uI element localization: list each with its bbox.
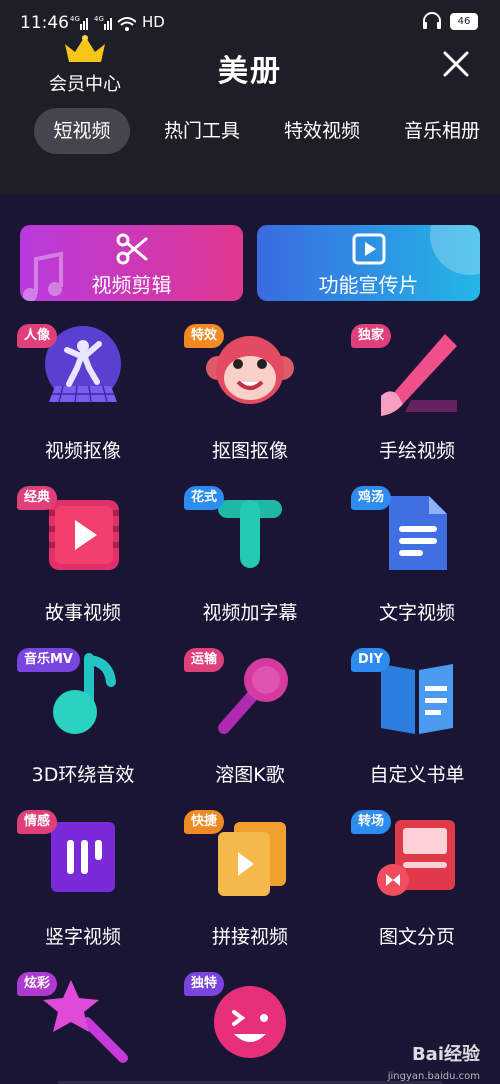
badge-effect: 特效 xyxy=(184,324,225,348)
badge-inspiring: 鸡汤 xyxy=(351,486,392,510)
tool-label: 手绘视频 xyxy=(378,440,455,462)
tool-colorful[interactable]: 炫彩 xyxy=(3,972,163,1084)
tab-effect-video[interactable]: 特效视频 xyxy=(272,108,372,154)
tool-label: 溶图K歌 xyxy=(215,764,285,786)
tool-hand-drawn-video[interactable]: 独家 手绘视频 xyxy=(337,324,497,474)
tab-short-video[interactable]: 短视频 xyxy=(34,108,130,154)
badge-transition: 转场 xyxy=(351,810,392,834)
tool-label: 自定义书单 xyxy=(369,764,465,786)
play-box-icon xyxy=(352,233,385,265)
video-edit-banner[interactable]: 视频剪辑 xyxy=(20,225,243,301)
tool-splice-video[interactable]: 快捷 拼接视频 xyxy=(170,810,330,960)
status-right: 46 xyxy=(422,12,478,30)
tool-add-subtitles[interactable]: 花式 视频加字幕 xyxy=(170,486,330,636)
tool-story-video[interactable]: 经典 故事视频 xyxy=(3,486,163,636)
tool-label: 视频抠像 xyxy=(44,440,121,462)
badge-transport: 运输 xyxy=(184,648,225,672)
badge-emotion: 情感 xyxy=(17,810,58,834)
badge-portrait: 人像 xyxy=(17,324,58,348)
svg-text:4G: 4G xyxy=(70,15,80,23)
page-title: 美册 xyxy=(218,54,282,89)
svg-text:4G: 4G xyxy=(94,15,104,23)
status-time: 11:46 xyxy=(20,13,69,33)
badge-fancy: 花式 xyxy=(184,486,225,510)
hd-indicator: HD xyxy=(142,13,165,31)
tool-label: 图文分页 xyxy=(378,926,455,948)
badge-dazzle: 炫彩 xyxy=(17,972,58,996)
tool-3d-surround-sound[interactable]: 音乐MV 3D环绕音效 xyxy=(3,648,163,798)
badge-classic: 经典 xyxy=(17,486,58,510)
badge-unique: 独特 xyxy=(184,972,225,996)
badge-exclusive: 独家 xyxy=(351,324,392,348)
badge-music-mv: 音乐MV xyxy=(17,648,80,672)
tool-grid-area: 视频剪辑 功能宣传片 人像 视频抠像 特效 抠图抠像 独家 手绘视频 经典 故事… xyxy=(0,194,500,1084)
tab-music-album[interactable]: 音乐相册 xyxy=(392,108,492,154)
watermark-brand: Bai经验 xyxy=(411,1044,480,1065)
tab-hot-tools[interactable]: 热门工具 xyxy=(152,108,252,154)
feature-promo-banner[interactable]: 功能宣传片 xyxy=(257,225,480,301)
tool-label: 故事视频 xyxy=(44,602,121,624)
battery-indicator: 46 xyxy=(450,12,478,30)
tool-unique[interactable]: 独特 xyxy=(170,972,330,1084)
tool-vertical-text-video[interactable]: 情感 竖字视频 xyxy=(3,810,163,960)
badge-quick: 快捷 xyxy=(184,810,225,834)
tool-image-cutout[interactable]: 特效 抠图抠像 xyxy=(170,324,330,474)
tool-label: 竖字视频 xyxy=(44,926,121,948)
tool-video-cutout[interactable]: 人像 视频抠像 xyxy=(3,324,163,474)
tool-karaoke[interactable]: 运输 溶图K歌 xyxy=(170,648,330,798)
badge-diy: DIY xyxy=(351,648,391,672)
top-header: 11:46 4G 4G HD 46 会员中心 美册 短视频 热门工具 特效视频 … xyxy=(0,0,500,194)
tool-label: 3D环绕音效 xyxy=(31,764,135,786)
feature-promo-label: 功能宣传片 xyxy=(318,273,419,297)
headphone-icon xyxy=(423,12,441,29)
close-icon xyxy=(443,51,469,77)
close-button[interactable] xyxy=(440,48,472,80)
tool-custom-booklist[interactable]: DIY 自定义书单 xyxy=(337,648,497,798)
scissors-icon xyxy=(116,233,147,265)
video-edit-label: 视频剪辑 xyxy=(91,273,172,297)
tool-label: 文字视频 xyxy=(378,602,455,624)
tool-text-video[interactable]: 鸡汤 文字视频 xyxy=(337,486,497,636)
category-tabs: 短视频 热门工具 特效视频 音乐相册 xyxy=(0,108,500,154)
tool-label: 拼接视频 xyxy=(211,926,288,948)
signal-icon: 4G 4G xyxy=(70,15,137,31)
network-indicator: 4G 4G xyxy=(70,14,137,34)
tool-label: 抠图抠像 xyxy=(211,440,288,462)
tool-page-split[interactable]: 转场 图文分页 xyxy=(337,810,497,960)
tool-label: 视频加字幕 xyxy=(202,602,298,624)
